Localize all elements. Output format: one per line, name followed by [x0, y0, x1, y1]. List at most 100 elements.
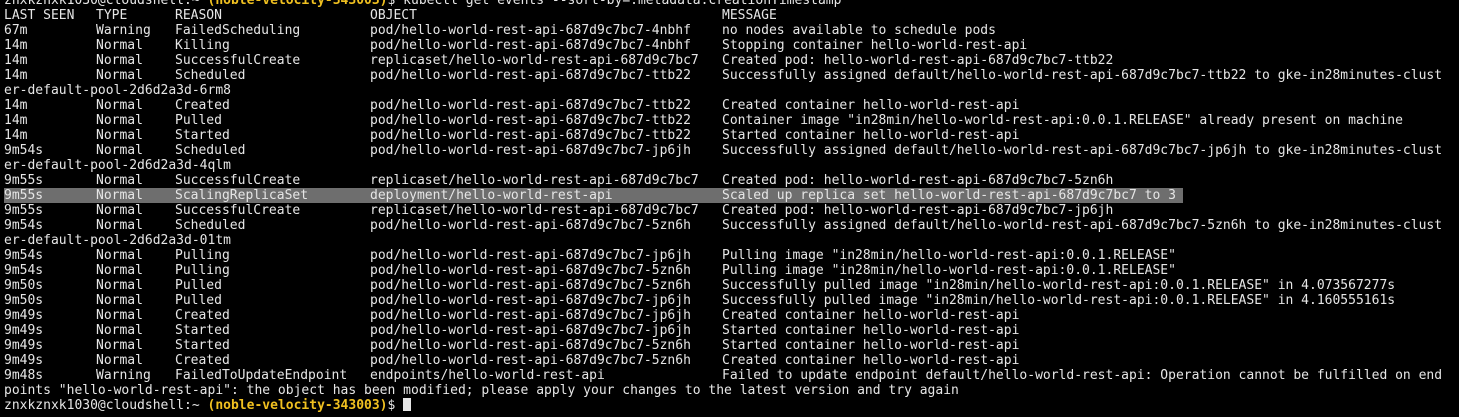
message-cell: Started container hello-world-rest-api [722, 338, 1020, 353]
reason-cell: Scheduled [175, 143, 246, 158]
type-cell: Warning [96, 23, 151, 38]
reason-cell: Created [175, 353, 230, 368]
last-seen-cell: 9m49s [4, 323, 44, 338]
object-cell: pod/hello-world-rest-api-687d9c7bc7-4nbh… [370, 23, 691, 38]
object-cell: pod/hello-world-rest-api-687d9c7bc7-ttb2… [370, 128, 691, 143]
object-cell: pod/hello-world-rest-api-687d9c7bc7-jp6j… [370, 323, 691, 338]
last-seen-cell: 9m54s [4, 143, 44, 158]
last-seen-cell: 14m [4, 128, 28, 143]
table-row: 9m49s Normal Created pod/hello-world-rest-a… [4, 308, 1019, 323]
message-continuation: er-default-pool-2d6d2a3d-4qlm [4, 158, 231, 173]
object-cell: replicaset/hello-world-rest-api-687d9c7b… [370, 173, 699, 188]
reason-cell: FailedScheduling [175, 23, 301, 38]
last-seen-cell: 9m55s [4, 203, 44, 218]
object-cell: replicaset/hello-world-rest-api-687d9c7b… [370, 53, 699, 68]
type-cell: Warning [96, 368, 151, 383]
prompt-project: (noble-velocity-343003) [207, 398, 388, 413]
reason-cell: Pulled [175, 293, 222, 308]
reason-cell: Pulled [175, 113, 222, 128]
last-seen-cell: 9m49s [4, 308, 44, 323]
object-cell: pod/hello-world-rest-api-687d9c7bc7-5zn6… [370, 278, 691, 293]
message-cell: Container image "in28min/hello-world-res… [722, 113, 1403, 128]
header-message: MESSAGE [722, 8, 777, 23]
prompt-line[interactable]: znxkznxk1030@cloudshell:~ (noble-velocit… [4, 398, 959, 413]
type-cell: Normal [96, 218, 143, 233]
table-row: 9m50s Normal Pulled pod/hello-world-rest-ap… [4, 278, 1395, 293]
event-list: 67m Warning FailedScheduling pod/hello-worl… [4, 23, 1442, 398]
table-row: 9m49s Normal Created pod/hello-world-rest-a… [4, 353, 1019, 368]
table-row: 9m49s Normal Started pod/hello-world-rest-a… [4, 323, 1019, 338]
last-seen-cell: 9m50s [4, 293, 44, 308]
reason-cell: Scheduled [175, 218, 246, 233]
message-continuation: points "hello-world-rest-api": the objec… [4, 383, 959, 398]
type-cell: Normal [96, 353, 143, 368]
message-cell: Pulling image "in28min/hello-world-rest-… [722, 248, 1176, 263]
message-cell: Started container hello-world-rest-api [722, 128, 1020, 143]
terminal-window[interactable]: znxkznxk1030@cloudshell:~ (noble-velocit… [0, 0, 1459, 417]
object-cell: pod/hello-world-rest-api-687d9c7bc7-jp6j… [370, 248, 691, 263]
last-seen-cell: 9m49s [4, 353, 44, 368]
object-cell: pod/hello-world-rest-api-687d9c7bc7-ttb2… [370, 113, 691, 128]
table-row: 14m Normal Pulled pod/hello-world-rest-api-… [4, 113, 1403, 128]
last-seen-cell: 14m [4, 113, 28, 128]
type-cell: Normal [96, 173, 143, 188]
reason-cell: Scheduled [175, 68, 246, 83]
table-row: 9m49s Normal Started pod/hello-world-rest-a… [4, 338, 1019, 353]
message-cell: Successfully assigned default/hello-worl… [722, 68, 1443, 83]
reason-cell: Pulling [175, 248, 230, 263]
message-cell: Pulling image "in28min/hello-world-rest-… [722, 263, 1176, 278]
last-seen-cell: 14m [4, 53, 28, 68]
reason-cell: SuccessfulCreate [175, 203, 301, 218]
last-seen-cell: 9m55s [4, 173, 44, 188]
message-continuation: er-default-pool-2d6d2a3d-01tm [4, 233, 231, 248]
object-cell: pod/hello-world-rest-api-687d9c7bc7-jp6j… [370, 293, 691, 308]
table-row: 9m54s Normal Pulling pod/hello-world-rest-a… [4, 248, 1176, 263]
table-row: 9m54s Normal Scheduled pod/hello-world-rest… [4, 218, 1442, 233]
table-row-selected: 9m55s Normal ScalingReplicaSet deployment/h… [4, 188, 1183, 203]
last-seen-cell: 9m48s [4, 368, 44, 383]
type-cell: Normal [96, 323, 143, 338]
command-line: znxkznxk1030@cloudshell:~ (noble-velocit… [4, 0, 959, 8]
table-row: 9m50s Normal Pulled pod/hello-world-rest-ap… [4, 293, 1395, 308]
prompt-project: (noble-velocity-343003) [207, 0, 388, 8]
table-row: 9m54s Normal Pulling pod/hello-world-rest-a… [4, 263, 1176, 278]
reason-cell: Started [175, 128, 230, 143]
object-cell: pod/hello-world-rest-api-687d9c7bc7-ttb2… [370, 68, 691, 83]
table-row: 9m55s Normal SuccessfulCreate replicaset/he… [4, 203, 1113, 218]
message-cell: Stopping container hello-world-rest-api [722, 38, 1028, 53]
object-cell: pod/hello-world-rest-api-687d9c7bc7-5zn6… [370, 338, 691, 353]
object-cell: pod/hello-world-rest-api-687d9c7bc7-5zn6… [370, 263, 691, 278]
type-cell: Normal [96, 278, 143, 293]
object-cell: pod/hello-world-rest-api-687d9c7bc7-5zn6… [370, 353, 691, 368]
object-cell: deployment/hello-world-rest-api [370, 188, 613, 203]
command-text: kubectl get events --sort-by=.metadata.c… [403, 0, 842, 8]
type-cell: Normal [96, 68, 143, 83]
last-seen-cell: 9m54s [4, 248, 44, 263]
type-cell: Normal [96, 308, 143, 323]
type-cell: Normal [96, 338, 143, 353]
reason-cell: FailedToUpdateEndpoint [175, 368, 348, 383]
table-row: 9m48s Warning FailedToUpdateEndpoint endpoi… [4, 368, 1442, 383]
type-cell: Normal [96, 143, 143, 158]
message-cell: Created pod: hello-world-rest-api-687d9c… [722, 203, 1114, 218]
object-cell: endpoints/hello-world-rest-api [370, 368, 605, 383]
last-seen-cell: 9m54s [4, 218, 44, 233]
message-cell: no nodes available to schedule pods [722, 23, 996, 38]
table-row: 9m54s Normal Scheduled pod/hello-world-rest… [4, 143, 1442, 158]
table-row: 14m Normal Started pod/hello-world-rest-api… [4, 128, 1019, 143]
object-cell: replicaset/hello-world-rest-api-687d9c7b… [370, 203, 699, 218]
table-row: 14m Normal Killing pod/hello-world-rest-api… [4, 38, 1027, 53]
object-cell: pod/hello-world-rest-api-687d9c7bc7-5zn6… [370, 218, 691, 233]
object-cell: pod/hello-world-rest-api-687d9c7bc7-jp6j… [370, 143, 691, 158]
message-cell: Created container hello-world-rest-api [722, 353, 1020, 368]
text-cursor [403, 398, 412, 411]
type-cell: Normal [96, 248, 143, 263]
last-seen-cell: 14m [4, 98, 28, 113]
type-cell: Normal [96, 38, 143, 53]
type-cell: Normal [96, 53, 143, 68]
message-cell: Successfully assigned default/hello-worl… [722, 143, 1443, 158]
type-cell: Normal [96, 293, 143, 308]
table-row: 14m Normal Scheduled pod/hello-world-rest-a… [4, 68, 1442, 83]
last-seen-cell: 14m [4, 68, 28, 83]
type-cell: Normal [96, 263, 143, 278]
